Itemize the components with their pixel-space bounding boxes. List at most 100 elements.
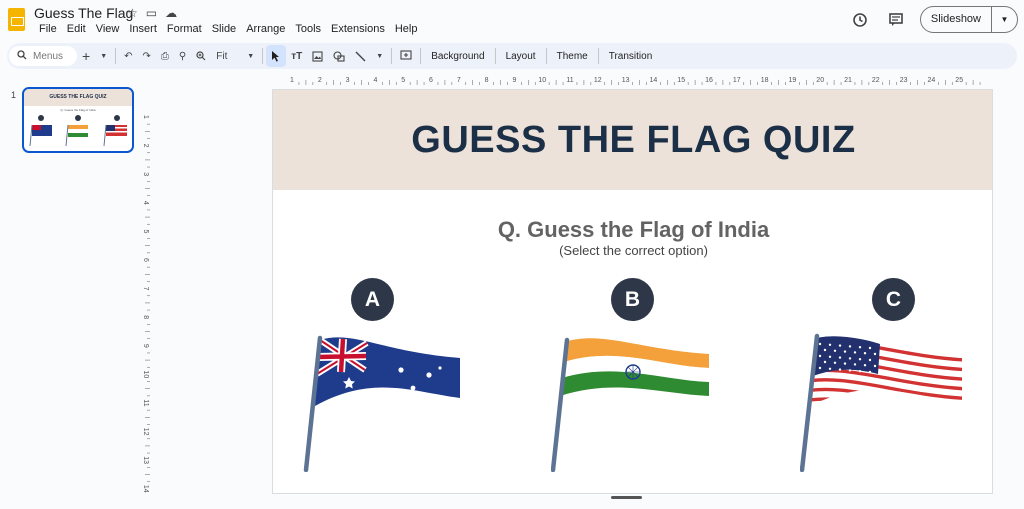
line-icon[interactable] — [350, 45, 371, 67]
flag-star — [823, 360, 827, 364]
menu-bar: File Edit View Insert Format Slide Arran… — [34, 23, 422, 35]
menu-insert[interactable]: Insert — [124, 23, 162, 35]
flag-star — [818, 366, 822, 370]
menu-help[interactable]: Help — [390, 23, 423, 35]
menus-search[interactable]: Menus — [9, 46, 77, 66]
move-folder-icon[interactable]: ▭ — [146, 6, 157, 20]
flag-star — [863, 364, 867, 367]
new-slide-dropdown-icon[interactable]: ▼ — [95, 45, 112, 67]
zoom-icon[interactable] — [191, 45, 211, 67]
india-flag[interactable] — [551, 330, 711, 472]
ruler-label: 5 — [401, 77, 405, 84]
question-text[interactable]: Q. Guess the Flag of India — [273, 217, 992, 243]
flag-stripe — [810, 397, 962, 407]
horizontal-ruler-ticks: 1 2 3 4 5 6 7 8 9 10 11 12 13 14 15 16 17 18 19 20 21 22 23 24 2… — [290, 77, 981, 85]
text-box-icon[interactable]: ᴛT — [286, 45, 307, 67]
flag-star — [858, 358, 862, 361]
paint-format-icon[interactable]: ⚲ — [174, 45, 191, 67]
usa-flag[interactable] — [800, 330, 965, 472]
hint-text[interactable]: (Select the correct option) — [273, 243, 992, 258]
ruler-label: 9 — [512, 77, 516, 84]
menu-view[interactable]: View — [91, 23, 125, 35]
flag-star — [843, 350, 847, 353]
cloud-status-icon[interactable]: ☁ — [165, 6, 177, 20]
ruler-label: 25 — [955, 77, 963, 84]
flag-star — [858, 370, 862, 373]
menu-tools[interactable]: Tools — [290, 23, 326, 35]
ruler-label: 2 — [318, 77, 322, 84]
new-slide-icon[interactable]: + — [77, 45, 95, 67]
select-cursor-icon[interactable] — [266, 45, 287, 67]
slide-thumbnail[interactable]: GUESS THE FLAG QUIZ Q. Guess the Flag of… — [22, 87, 134, 153]
menu-arrange[interactable]: Arrange — [241, 23, 290, 35]
flag-star — [838, 356, 842, 359]
divider — [597, 48, 599, 64]
slideshow-dropdown-icon[interactable]: ▼ — [991, 7, 1017, 32]
version-history-icon[interactable] — [848, 8, 872, 32]
zoom-value: Fit — [216, 50, 228, 62]
flag-star — [868, 370, 872, 374]
horizontal-ruler: 1 2 3 4 5 6 7 8 9 10 11 12 13 14 15 16 17 18 19 20 21 22 23 24 2… — [272, 74, 993, 86]
ruler-label: 16 — [705, 77, 713, 84]
ruler-label: 8 — [485, 77, 489, 84]
theme-button[interactable]: Theme — [550, 51, 595, 62]
star-icon[interactable]: ☆ — [127, 6, 138, 20]
ruler-label: 7 — [142, 287, 149, 291]
flag-star — [823, 348, 827, 352]
ruler-label: 12 — [142, 428, 149, 436]
ruler-label: 12 — [594, 77, 602, 84]
layout-button[interactable]: Layout — [499, 51, 543, 62]
ruler-label: 6 — [142, 258, 149, 262]
slide-title[interactable]: GUESS THE FLAG QUIZ — [411, 119, 855, 162]
line-dropdown-icon[interactable]: ▼ — [371, 45, 388, 67]
slides-logo-icon[interactable] — [8, 8, 25, 31]
slideshow-button[interactable]: Slideshow ▼ — [919, 6, 1018, 33]
ruler-label: 10 — [538, 77, 546, 84]
insert-image-icon[interactable] — [307, 45, 328, 67]
ruler-label: 23 — [900, 77, 908, 84]
slide-canvas[interactable]: GUESS THE FLAG QUIZ Q. Guess the Flag of… — [272, 89, 993, 494]
transition-button[interactable]: Transition — [602, 51, 660, 62]
option-c-badge[interactable]: C — [872, 278, 915, 321]
ruler-label: 9 — [142, 344, 149, 348]
ruler-label: 3 — [346, 77, 350, 84]
divider — [494, 48, 496, 64]
ruler-label: 13 — [142, 456, 149, 464]
option-a-badge[interactable]: A — [351, 278, 394, 321]
redo-icon[interactable]: ↷ — [138, 45, 156, 67]
document-title[interactable]: Guess The Flag — [34, 5, 133, 21]
ruler-label: 6 — [429, 77, 433, 84]
ruler-label: 15 — [677, 77, 685, 84]
ruler-label: 14 — [650, 77, 658, 84]
flag-star — [828, 343, 832, 346]
ruler-label: 11 — [142, 399, 149, 406]
header-actions: Slideshow ▼ — [848, 6, 1018, 33]
menu-extensions[interactable]: Extensions — [326, 23, 390, 35]
comments-icon[interactable] — [884, 8, 908, 32]
ruler-label: 20 — [816, 77, 824, 84]
menu-edit[interactable]: Edit — [62, 23, 91, 35]
option-b-badge[interactable]: B — [611, 278, 654, 321]
slideshow-label[interactable]: Slideshow — [921, 7, 991, 32]
menu-file[interactable]: File — [34, 23, 62, 35]
menu-slide[interactable]: Slide — [207, 23, 241, 35]
australia-flag[interactable] — [303, 330, 463, 472]
ruler-label: 7 — [457, 77, 461, 84]
zoom-select[interactable]: Fit ▼ — [211, 45, 259, 67]
toolbar: Menus + ▼ ↶ ↷ ⎙ ⚲ Fit ▼ ᴛT ▼ Background … — [7, 43, 1017, 69]
background-button[interactable]: Background — [424, 51, 491, 62]
menu-format[interactable]: Format — [162, 23, 207, 35]
canvas-resize-handle[interactable] — [611, 496, 642, 499]
undo-icon[interactable]: ↶ — [119, 45, 137, 67]
flag-star — [853, 363, 857, 366]
print-icon[interactable]: ⎙ — [156, 45, 174, 67]
flag-star — [838, 344, 842, 347]
flag-star — [848, 369, 852, 372]
shape-icon[interactable] — [328, 45, 350, 67]
search-placeholder: Menus — [33, 50, 64, 62]
ruler-label: 1 — [290, 77, 294, 84]
flag-star — [858, 346, 862, 349]
ruler-label: 8 — [142, 315, 149, 319]
add-comment-icon[interactable] — [395, 45, 417, 67]
ruler-label: 4 — [373, 77, 377, 84]
